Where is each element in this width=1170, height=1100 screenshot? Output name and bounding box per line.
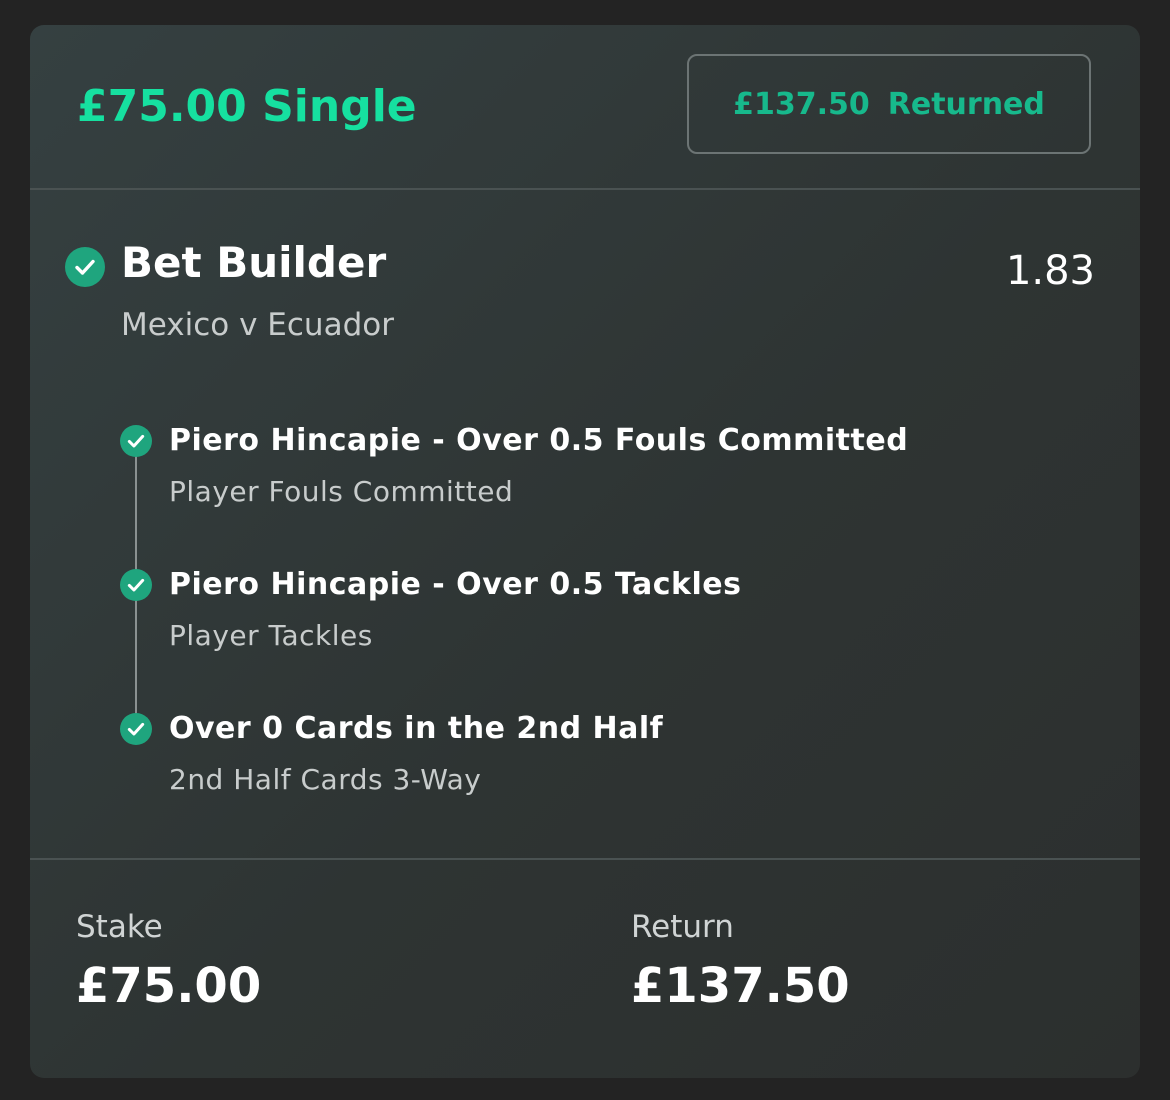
leg-market: Player Tackles: [169, 619, 373, 652]
check-circle-icon: [65, 247, 105, 287]
bet-details: Bet Builder 1.83 Mexico v Ecuador Piero …: [30, 190, 1140, 858]
leg-selection: Piero Hincapie - Over 0.5 Fouls Committe…: [169, 423, 909, 458]
bet-summary-footer: Stake £75.00 Return £137.50: [30, 858, 1140, 1078]
returned-amount: £137.50: [733, 86, 870, 122]
returned-label: Returned: [887, 86, 1045, 122]
leg-selection: Over 0 Cards in the 2nd Half: [169, 711, 664, 746]
bet-title: £75.00 Single: [77, 81, 417, 132]
bet-type-name: Bet Builder: [121, 238, 387, 287]
leg-market: 2nd Half Cards 3-Way: [169, 763, 482, 796]
stake-value: £75.00: [76, 958, 262, 1014]
return-value: £137.50: [631, 958, 850, 1014]
return-label: Return: [631, 909, 734, 945]
bet-receipt-card[interactable]: £75.00 Single £137.50 Returned Bet Build…: [30, 25, 1140, 1078]
bet-leg: Piero Hincapie - Over 0.5 Fouls Committe…: [30, 423, 1140, 513]
bet-odds: 1.83: [1005, 248, 1095, 294]
check-circle-icon: [120, 569, 152, 601]
returned-badge: £137.50 Returned: [687, 54, 1091, 154]
leg-selection: Piero Hincapie - Over 0.5 Tackles: [169, 567, 742, 602]
bet-leg: Piero Hincapie - Over 0.5 Tackles Player…: [30, 567, 1140, 657]
check-circle-icon: [120, 713, 152, 745]
check-circle-icon: [120, 425, 152, 457]
bet-leg: Over 0 Cards in the 2nd Half 2nd Half Ca…: [30, 711, 1140, 801]
leg-market: Player Fouls Committed: [169, 475, 514, 508]
event-name: Mexico v Ecuador: [121, 307, 394, 343]
stake-label: Stake: [76, 909, 163, 945]
bet-header: £75.00 Single £137.50 Returned: [30, 25, 1140, 190]
